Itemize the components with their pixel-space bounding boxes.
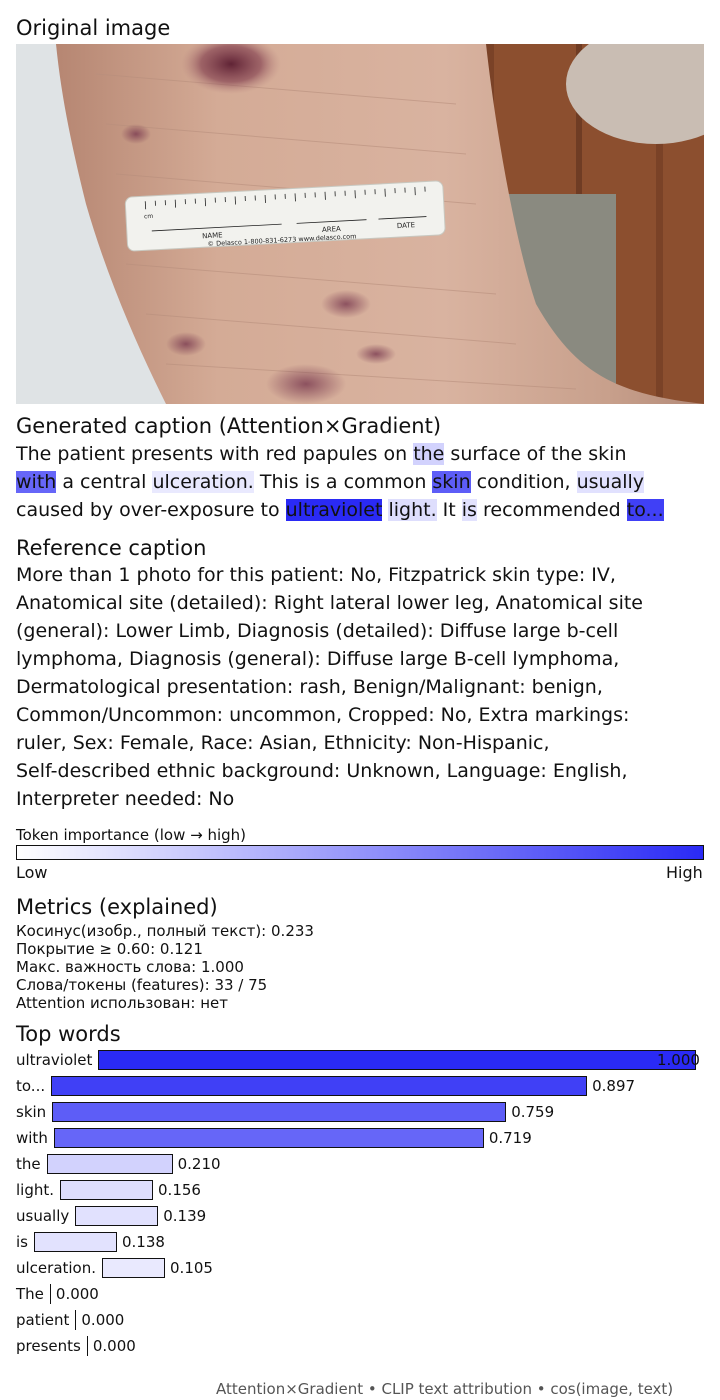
- metrics-title: Metrics (explained): [16, 895, 218, 919]
- caption-token: surface: [444, 443, 521, 465]
- top-word-label: the: [16, 1155, 41, 1173]
- caption-token: patient: [51, 443, 125, 465]
- top-word-bar: [46, 1154, 173, 1174]
- caption-token: the: [413, 443, 445, 465]
- colorbar-high-label: High: [666, 863, 703, 882]
- top-word-label: skin: [16, 1103, 47, 1121]
- ruler-unit: cm: [144, 213, 154, 220]
- caption-token: on: [377, 443, 414, 465]
- caption-token: The: [16, 443, 52, 465]
- top-word-value: 0.897: [592, 1077, 636, 1095]
- metric-line: Покрытие ≥ 0.60: 0.121: [16, 940, 203, 958]
- generated-caption-title: Generated caption (Attention×Gradient): [16, 414, 442, 438]
- caption-token: caused by over-exposure to: [16, 499, 286, 521]
- top-word-value: 0.000: [55, 1285, 99, 1303]
- ruler-date-label: DATE: [397, 221, 416, 230]
- caption-line: caused by over-exposure to ultraviolet l…: [16, 496, 712, 524]
- metric-line: Слова/токены (features): 33 / 75: [16, 976, 268, 994]
- reference-line: Anatomical site (detailed): Right latera…: [16, 592, 643, 614]
- reference-line: Self-described ethnic background: Unknow…: [16, 760, 628, 782]
- top-word-label: usually: [16, 1207, 70, 1225]
- reference-line: Interpreter needed: No: [16, 788, 235, 810]
- footer-note: Attention×Gradient • CLIP text attributi…: [216, 1380, 674, 1398]
- top-word-label: presents: [16, 1337, 81, 1355]
- top-word-bar: [102, 1258, 166, 1278]
- top-word-value: 0.210: [177, 1155, 221, 1173]
- caption-token: is: [461, 499, 477, 521]
- top-word-value: 0.139: [163, 1207, 207, 1225]
- caption-line: with a central ulceration. This is a com…: [16, 468, 712, 496]
- caption-token: with: [16, 471, 57, 493]
- top-word-bar: [53, 1128, 484, 1148]
- caption-token: red: [259, 443, 297, 465]
- top-word-bar: [52, 1102, 507, 1122]
- reference-line: More than 1 photo for this patient: No, …: [16, 564, 616, 586]
- top-word-label: with: [16, 1129, 48, 1147]
- top-word-value: 1.000: [657, 1051, 700, 1069]
- metric-line: Attention использован: нет: [16, 994, 228, 1012]
- caption-token: light.: [388, 499, 437, 521]
- caption-token: recommended: [476, 499, 627, 521]
- top-word-label: light.: [16, 1181, 55, 1199]
- top-word-label: patient: [16, 1311, 70, 1329]
- caption-token: papules: [296, 443, 378, 465]
- caption-token: to...: [626, 499, 664, 521]
- top-word-label: is: [16, 1233, 28, 1251]
- top-word-value: 0.138: [121, 1233, 165, 1251]
- caption-token: a central: [56, 471, 153, 493]
- caption-token: usually: [576, 471, 645, 493]
- top-word-value: 0.105: [170, 1259, 213, 1277]
- top-word-label: to...: [16, 1077, 46, 1095]
- colorbar-title: Token importance (low → high): [16, 826, 247, 844]
- top-word-bar: [60, 1180, 154, 1200]
- caption-line: The patient presents with red papules on…: [16, 440, 712, 468]
- caption-token: It: [436, 499, 462, 521]
- importance-colorbar: [16, 845, 704, 860]
- caption-token: skin: [432, 471, 471, 493]
- top-word-bar: [98, 1050, 697, 1070]
- reference-line: lymphoma, Diagnosis (general): Diffuse l…: [16, 648, 620, 670]
- top-word-bar: [51, 1076, 588, 1096]
- leg-photo-illustration: cm NAME AREA DATE © Delasco 1-800-831-62…: [16, 44, 704, 404]
- caption-token: the: [545, 443, 583, 465]
- caption-token: ultraviolet: [285, 499, 383, 521]
- reference-line: ruler, Sex: Female, Race: Asian, Ethnici…: [16, 732, 550, 754]
- top-word-value: 0.156: [158, 1181, 201, 1199]
- reference-line: Common/Uncommon: uncommon, Cropped: No, …: [16, 704, 630, 726]
- top-word-label: ultraviolet: [16, 1051, 93, 1069]
- top-word-bar: [75, 1206, 159, 1226]
- colorbar-low-label: Low: [16, 863, 48, 882]
- top-word-value: 0.719: [488, 1129, 532, 1147]
- top-word-label: ulceration.: [16, 1259, 97, 1277]
- reference-line: Dermatological presentation: rash, Benig…: [16, 676, 603, 698]
- top-word-bar: [49, 1284, 51, 1304]
- metric-line: Косинус(изобр., полный текст): 0.233: [16, 922, 314, 940]
- caption-token: of: [520, 443, 545, 465]
- caption-token: condition,: [470, 471, 577, 493]
- caption-token: skin: [582, 443, 627, 465]
- top-word-bar: [33, 1232, 117, 1252]
- caption-token: ulceration.: [152, 471, 254, 493]
- top-words-title: Top words: [16, 1022, 121, 1046]
- top-word-bar: [86, 1336, 88, 1356]
- reference-caption-title: Reference caption: [16, 536, 207, 560]
- caption-token: presents: [125, 443, 214, 465]
- top-word-value: 0.000: [81, 1311, 125, 1329]
- original-image: cm NAME AREA DATE © Delasco 1-800-831-62…: [16, 44, 704, 404]
- generated-caption: The patient presents with red papules on…: [16, 440, 712, 524]
- top-word-value: 0.000: [92, 1337, 136, 1355]
- metric-line: Макс. важность слова: 1.000: [16, 958, 244, 976]
- top-word-bar: [75, 1310, 77, 1330]
- top-word-label: The: [16, 1285, 44, 1303]
- original-image-title: Original image: [16, 16, 171, 40]
- top-word-value: 0.759: [511, 1103, 555, 1121]
- caption-token: with: [213, 443, 260, 465]
- reference-line: (general): Lower Limb, Diagnosis (detail…: [16, 620, 619, 642]
- caption-token: This is a common: [253, 471, 433, 493]
